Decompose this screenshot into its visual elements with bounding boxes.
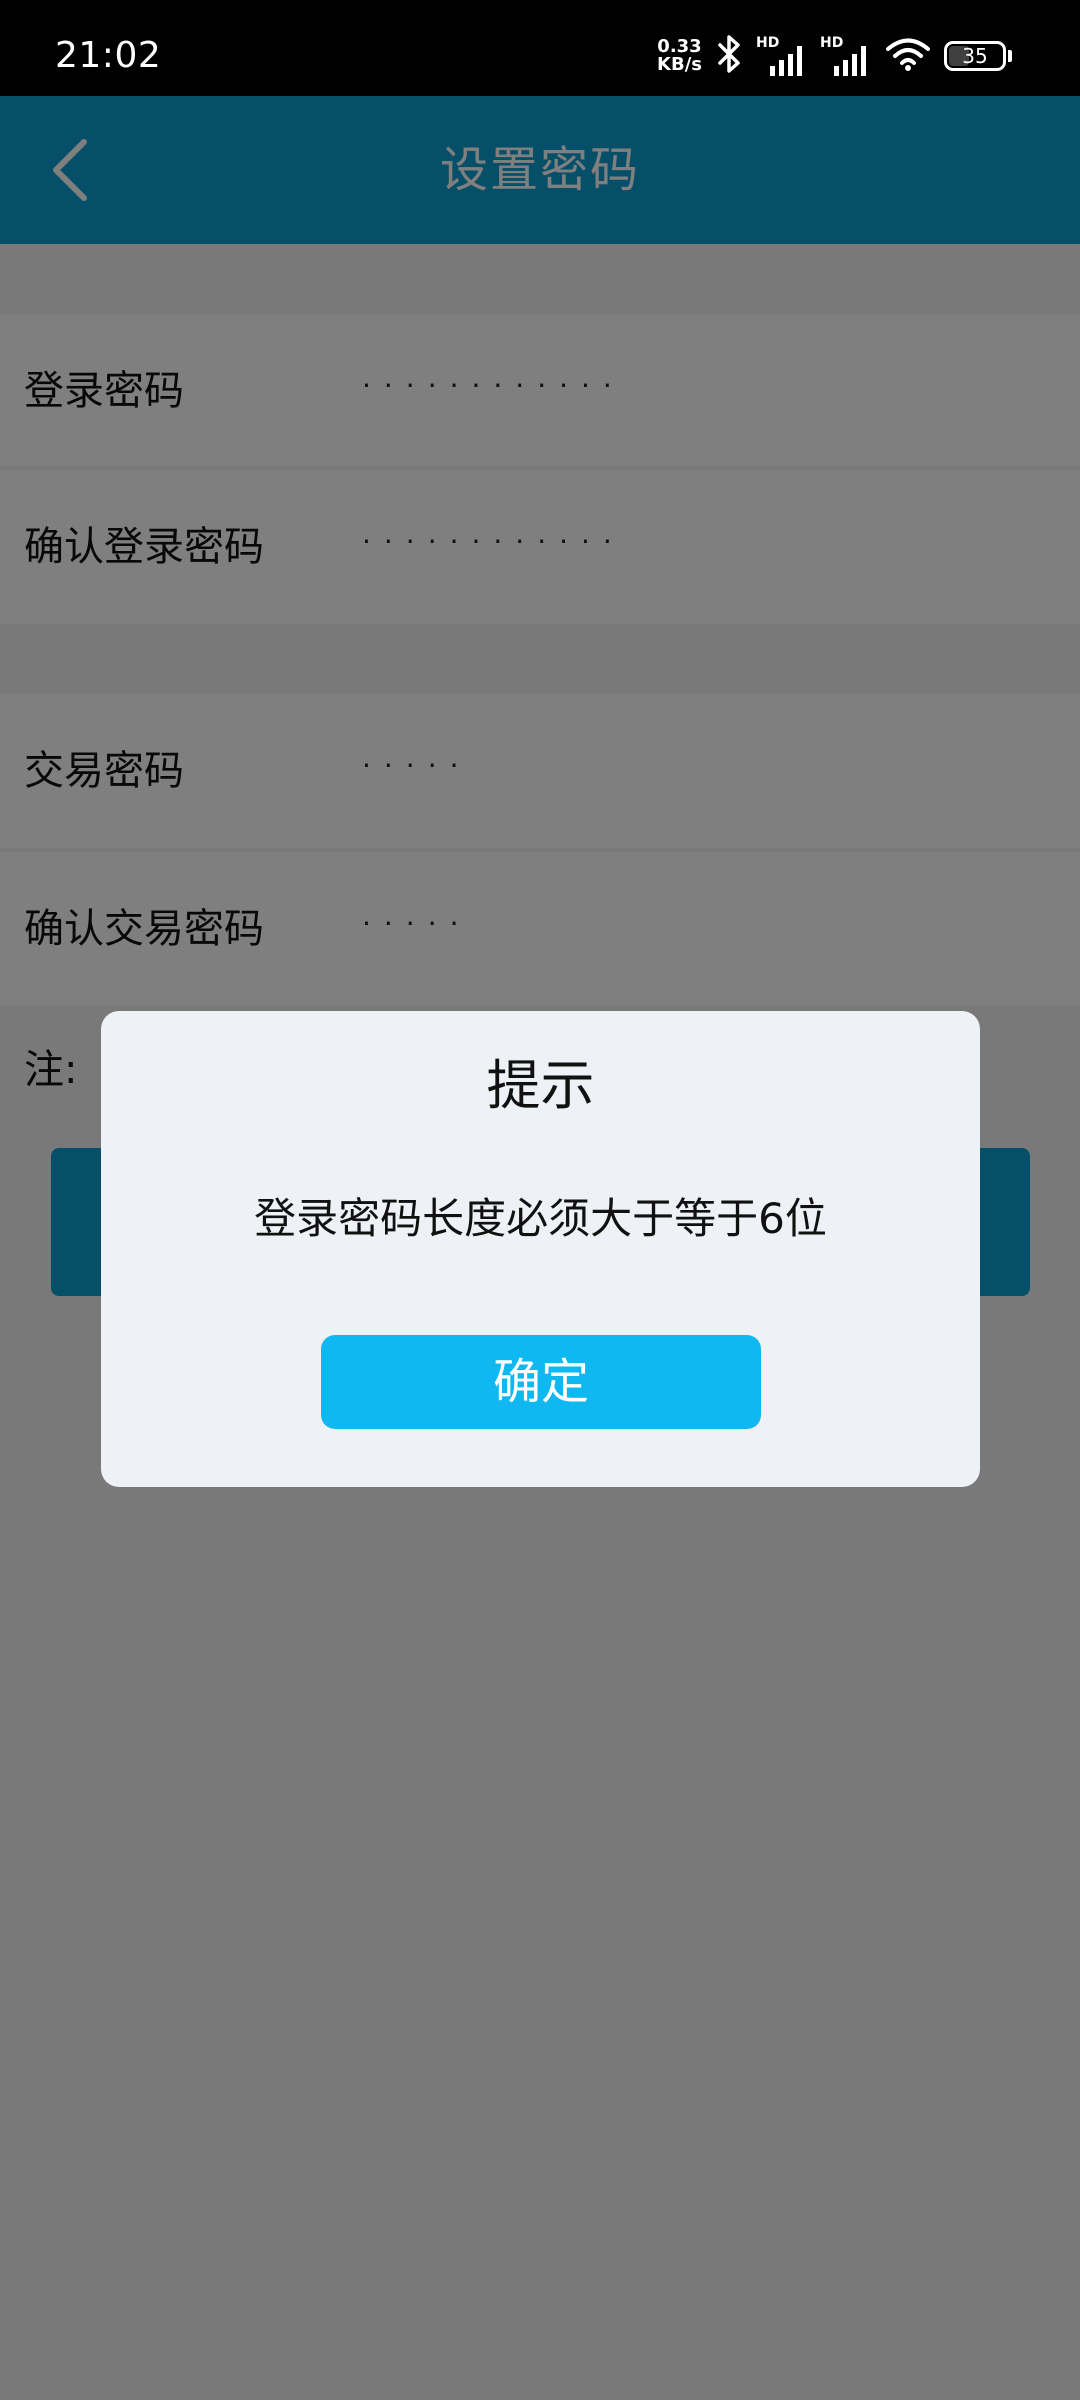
dialog-title: 提示 [486,1054,595,1117]
status-time: 21:02 [55,35,162,76]
status-bar: 21:02 0.33 KB/s HD HD 35 [0,0,1080,96]
confirm-button[interactable]: 确定 [321,1335,761,1429]
battery-level: 35 [962,44,988,68]
alert-dialog: 提示 登录密码长度必须大于等于6位 确定 [101,1011,980,1487]
app-screen: 21:02 0.33 KB/s HD HD 35 提示 登录密码长度必须大于等于… [0,0,1080,2400]
net-speed-unit: KB/s [657,54,702,75]
bluetooth-icon [714,34,744,78]
wifi-icon [884,36,932,76]
battery-tip [1008,50,1012,62]
signal-icon: HD [820,36,872,76]
signal-icon: HD [756,36,808,76]
dialog-message: 登录密码长度必须大于等于6位 [254,1194,827,1243]
battery-icon: 35 [944,41,1006,71]
net-speed: 0.33 KB/s [657,38,702,74]
status-icons: 0.33 KB/s HD HD 35 [657,34,1012,78]
